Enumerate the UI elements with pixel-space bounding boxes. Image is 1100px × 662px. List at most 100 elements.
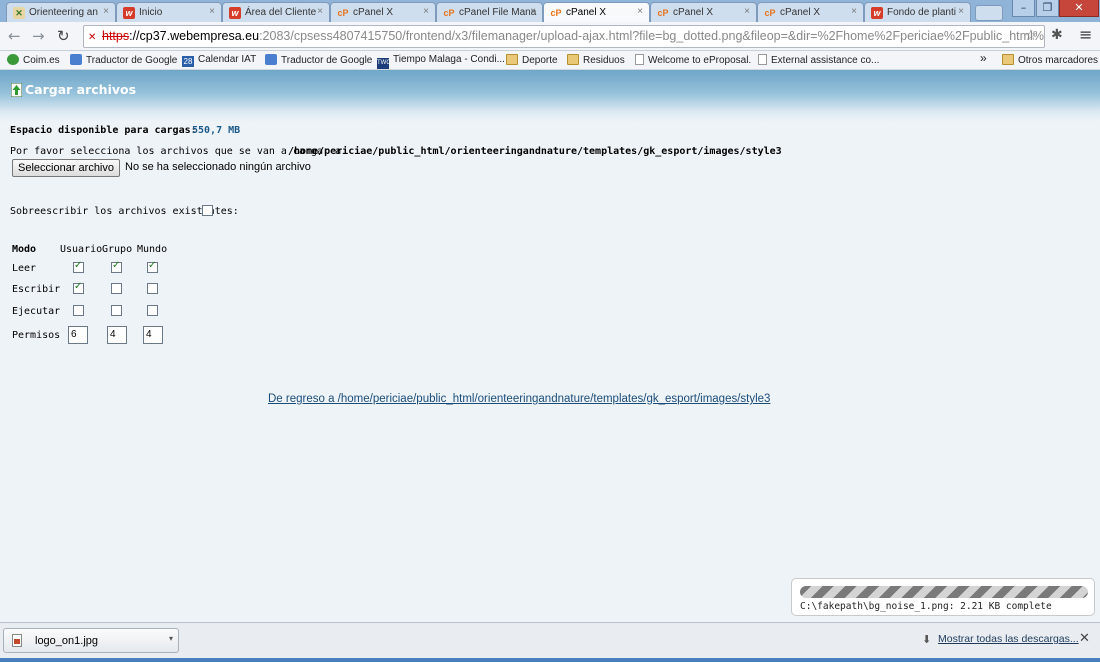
back-arrow-icon[interactable]: ←: [8, 27, 21, 45]
perm-read-world-checkbox[interactable]: [147, 260, 158, 273]
coim-icon: [7, 54, 19, 65]
tab-cpanel-3[interactable]: cP cPanel X ×: [650, 2, 757, 22]
bookmark-tiempo-malaga[interactable]: TWC Tiempo Malaga - Condi...: [377, 54, 505, 69]
maximize-icon[interactable]: ❐: [1036, 0, 1059, 17]
bookmark-label: Welcome to eProposal.: [648, 55, 752, 66]
bookmark-star-icon[interactable]: ☆: [1024, 26, 1037, 44]
bookmark-google-translate-2[interactable]: Traductor de Google: [265, 54, 372, 66]
tab-close-icon[interactable]: ×: [209, 6, 215, 17]
bookmark-folder-deporte[interactable]: Deporte: [506, 54, 558, 66]
perm-exec-group-checkbox[interactable]: [111, 305, 122, 316]
tab-cpanel-file-manager[interactable]: cP cPanel File Mana ×: [436, 2, 543, 22]
bookmark-external-assistance[interactable]: External assistance co...: [758, 54, 879, 66]
bookmarks-overflow-icon[interactable]: »: [980, 51, 987, 65]
space-value: 550,7 MB: [192, 125, 241, 136]
bookmark-folder-residuos[interactable]: Residuos: [567, 54, 625, 66]
perm-header-user: Usuario: [60, 244, 103, 255]
cpanel-favicon-icon: cP: [764, 8, 776, 18]
new-tab-button[interactable]: [975, 5, 1003, 21]
page-icon: [758, 54, 767, 65]
bookmark-google-translate-1[interactable]: Traductor de Google: [70, 54, 177, 66]
tab-orienteering[interactable]: ✕ Orienteering an ×: [6, 2, 116, 22]
tab-label: cPanel X: [780, 7, 821, 18]
tab-area-cliente[interactable]: w Área del Cliente ×: [222, 2, 330, 22]
reload-icon[interactable]: ↻: [57, 27, 70, 45]
webempresa-favicon-icon: w: [229, 7, 241, 19]
bookmark-label: Traductor de Google: [281, 55, 373, 66]
perm-row-execute: Ejecutar: [12, 306, 61, 317]
cpanel-favicon-icon: cP: [337, 8, 349, 18]
address-bar[interactable]: ✕ https://cp37.webempresa.eu:2083/cpsess4…: [83, 25, 1045, 48]
perm-group-input[interactable]: 4: [107, 326, 127, 344]
select-file-button[interactable]: Seleccionar archivo: [12, 159, 120, 177]
tab-close-icon[interactable]: ×: [423, 6, 429, 17]
cpanel-favicon-icon: cP: [443, 8, 455, 18]
folder-icon: [567, 54, 579, 65]
weather-channel-icon: TWC: [377, 58, 391, 69]
tab-label: cPanel X: [673, 7, 714, 18]
upload-arrow-icon: [11, 83, 22, 97]
perm-exec-world-checkbox[interactable]: [147, 305, 158, 316]
orienteering-favicon-icon: ✕: [13, 7, 25, 19]
perm-world-input[interactable]: 4: [143, 326, 163, 344]
folder-icon: [1002, 54, 1014, 65]
menu-icon[interactable]: ≡: [1079, 25, 1092, 44]
perm-row-read: Leer: [12, 263, 37, 274]
tab-cpanel-active[interactable]: cP cPanel X ×: [543, 2, 650, 22]
perm-read-user-checkbox[interactable]: [73, 260, 84, 273]
tab-close-icon[interactable]: ×: [851, 6, 857, 17]
bookmark-eproposal[interactable]: Welcome to eProposal.: [635, 54, 751, 66]
bookmark-coim[interactable]: Coim.es: [7, 54, 60, 66]
target-directory: /home/periciae/public_html/orienteeringa…: [288, 146, 782, 157]
show-all-downloads-link[interactable]: Mostrar todas las descargas...: [938, 633, 1079, 645]
tab-inicio[interactable]: w Inicio ×: [116, 2, 222, 22]
bookmark-label: External assistance co...: [771, 55, 880, 66]
perm-header-mode: Modo: [12, 244, 37, 255]
bookmark-other[interactable]: Otros marcadores: [1002, 54, 1098, 66]
window-close-icon[interactable]: ✕: [1059, 0, 1099, 17]
tab-label: cPanel X: [353, 7, 394, 18]
tab-label: Orienteering an: [29, 7, 98, 18]
bookmark-label: Deporte: [522, 55, 558, 66]
taskbar-edge: [0, 658, 1100, 662]
perm-exec-user-checkbox[interactable]: [73, 305, 84, 316]
tab-close-icon[interactable]: ×: [530, 6, 536, 17]
perm-write-world-checkbox[interactable]: [147, 283, 158, 294]
bookmark-label: Calendar IAT: [198, 54, 257, 65]
insecure-lock-icon: ✕: [88, 32, 97, 43]
bookmark-label: Coim.es: [23, 55, 60, 66]
minimize-icon[interactable]: –: [1012, 0, 1035, 17]
tab-strip: ✕ Orienteering an × w Inicio × w Área de…: [0, 0, 1100, 22]
extension-icon[interactable]: ✱: [1051, 27, 1063, 43]
tab-cpanel-1[interactable]: cP cPanel X ×: [330, 2, 436, 22]
overwrite-checkbox[interactable]: [202, 205, 213, 216]
perm-write-user-checkbox[interactable]: [73, 281, 84, 294]
perm-user-input[interactable]: 6: [68, 326, 88, 344]
tab-close-icon[interactable]: ×: [958, 6, 964, 17]
back-to-directory-link[interactable]: De regreso a /home/periciae/public_html/…: [268, 393, 770, 405]
perm-read-group-checkbox[interactable]: [111, 260, 122, 273]
webempresa-favicon-icon: w: [123, 7, 135, 19]
forward-arrow-icon[interactable]: →: [32, 27, 45, 45]
tab-close-icon[interactable]: ×: [637, 6, 643, 17]
cpanel-favicon-icon: cP: [657, 8, 669, 18]
page-header: Cargar archivos: [0, 70, 1100, 122]
bookmark-label: Traductor de Google: [86, 55, 178, 66]
tab-close-icon[interactable]: ×: [103, 6, 109, 17]
perm-header-group: Grupo: [102, 244, 133, 255]
perm-write-group-checkbox[interactable]: [111, 283, 122, 294]
tab-close-icon[interactable]: ×: [744, 6, 750, 17]
tab-close-icon[interactable]: ×: [317, 6, 323, 17]
download-item[interactable]: logo_on1.jpg ▾: [3, 628, 179, 653]
tab-label: cPanel File Mana: [459, 7, 537, 18]
tab-label: Área del Cliente: [245, 7, 317, 18]
webempresa-favicon-icon: w: [871, 7, 883, 19]
bookmark-calendar-iat[interactable]: 28 Calendar IAT: [182, 54, 256, 67]
download-menu-icon[interactable]: ▾: [169, 634, 173, 643]
perm-header-world: Mundo: [137, 244, 168, 255]
tab-fondo-plantilla[interactable]: w Fondo de planti ×: [864, 2, 971, 22]
google-translate-icon: [70, 54, 82, 65]
tab-cpanel-4[interactable]: cP cPanel X ×: [757, 2, 864, 22]
upload-progress-box: C:\fakepath\bg_noise_1.png: 2.21 KB comp…: [791, 578, 1095, 616]
close-shelf-icon[interactable]: ✕: [1079, 631, 1090, 646]
